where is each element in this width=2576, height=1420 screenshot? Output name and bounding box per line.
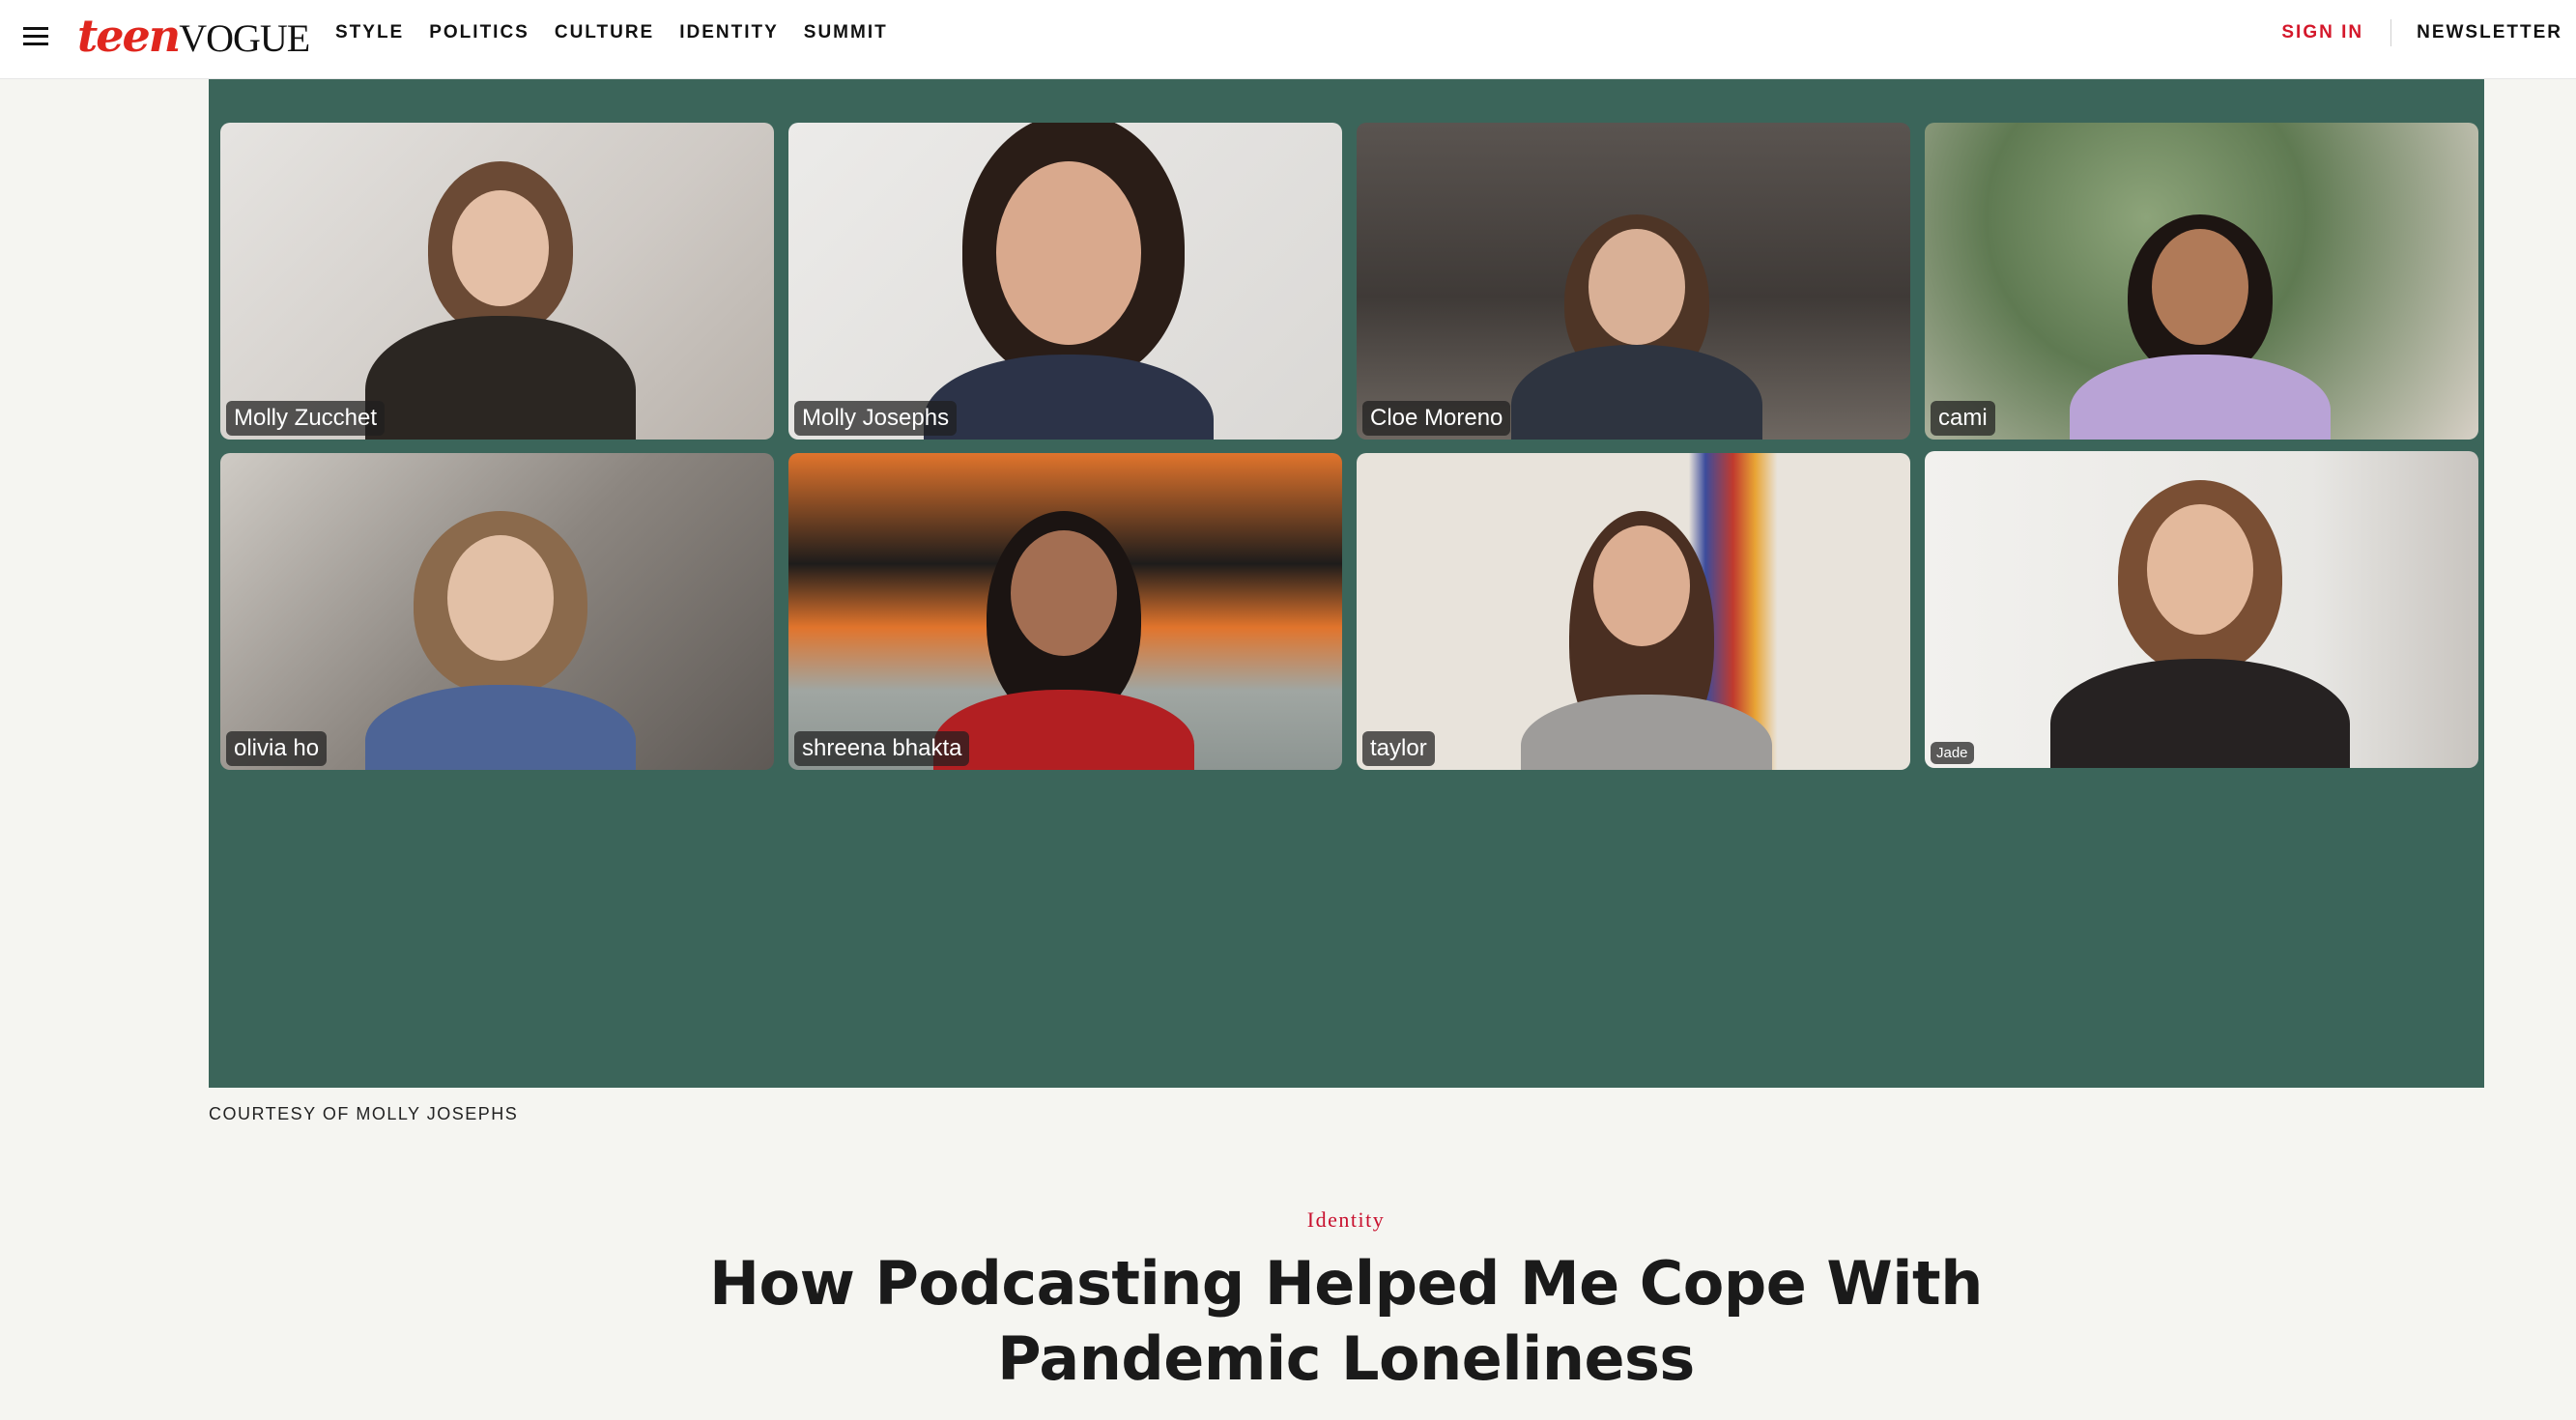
participant-tile: Molly Zucchet [220,123,774,440]
nav-summit[interactable]: SUMMIT [804,22,888,43]
nav-culture[interactable]: CULTURE [555,22,654,43]
site-header: teen VOGUE STYLE POLITICS CULTURE IDENTIT… [0,0,2576,79]
participant-name: Molly Josephs [794,401,958,436]
participant-name: cami [1931,401,1995,436]
teen-vogue-logo[interactable]: teen VOGUE [77,10,310,62]
article-rubric-link[interactable]: Identity [0,1207,2576,1233]
hamburger-menu-icon[interactable] [21,25,50,48]
participant-tile: taylor [1357,453,1910,770]
sign-in-link[interactable]: SIGN IN [2281,22,2390,43]
lead-image-video-call: Molly Zucchet Molly Josephs Cloe Moreno … [209,79,2484,1088]
main-nav: STYLE POLITICS CULTURE IDENTITY SUMMIT [335,0,888,66]
participant-name: shreena bhakta [794,731,970,766]
participant-tile: olivia ho [220,453,774,770]
participant-tile: Molly Josephs [788,123,1342,440]
header-actions: SIGN IN NEWSLETTER [2281,0,2562,66]
logo-teen: teen [77,10,181,62]
participant-tile: Jade [1925,451,2478,768]
participant-tile: cami [1925,123,2478,440]
participant-name: olivia ho [226,731,328,766]
nav-politics[interactable]: POLITICS [429,22,530,43]
participant-name: Jade [1931,742,1974,764]
nav-identity[interactable]: IDENTITY [679,22,779,43]
logo-vogue: VOGUE [179,16,310,60]
participant-tile: Cloe Moreno [1357,123,1910,440]
participant-tile: shreena bhakta [788,453,1342,770]
article-headline: How Podcasting Helped Me Cope With Pande… [709,1248,1983,1394]
participant-name: Molly Zucchet [226,401,386,436]
participant-name: taylor [1362,731,1435,766]
newsletter-link[interactable]: NEWSLETTER [2391,22,2562,43]
participant-name: Cloe Moreno [1362,401,1511,436]
image-caption: COURTESY OF MOLLY JOSEPHS [209,1104,519,1123]
nav-style[interactable]: STYLE [335,22,404,43]
